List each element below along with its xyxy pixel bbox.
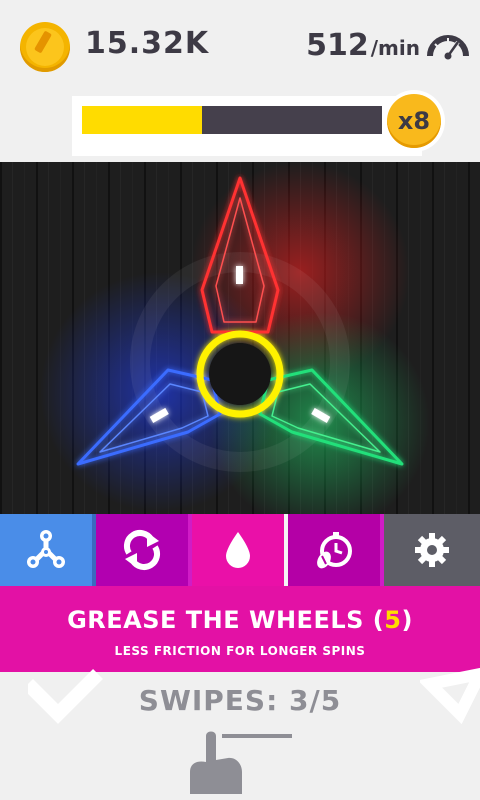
multiplier-badge: x8 [383,90,445,152]
spin-rate-value: 512 [306,28,369,63]
tab-spinners[interactable] [0,514,96,586]
tab-settings[interactable] [384,514,480,586]
spin-rate-unit: /min [370,36,420,60]
oil-drop-icon [226,532,250,568]
upgrade-description: LESS FRICTION FOR LONGER SPINS [114,644,366,658]
fidget-spinner-icon [27,530,65,568]
progress-fill [82,106,202,134]
fidget-spinner[interactable] [0,162,480,514]
speedometer-icon [427,35,469,60]
swipe-hand-icon [190,731,292,794]
coin-balance: 15.32K [85,26,210,61]
gear-icon [415,533,449,567]
progress-track [82,106,382,134]
top-bar: 15.32K 512/min [0,0,480,95]
timer-boost-icon [317,532,352,569]
multiplier-value: x8 [397,107,431,135]
upgrade-level: 5 [384,606,402,634]
coin-icon [20,22,70,72]
tab-spin-upgrade[interactable] [96,514,192,586]
upgrade-panel[interactable]: GREASE THE WHEELS (5) LESS FRICTION FOR … [0,586,480,672]
refresh-icon [124,530,160,570]
tab-grease[interactable] [192,514,288,586]
upgrade-title: GREASE THE WHEELS (5) [67,606,413,634]
spin-rate: 512/min [306,28,420,63]
spinner-stage[interactable] [0,162,480,514]
spin-progress [72,96,422,156]
tab-timer[interactable] [288,514,384,586]
upgrade-tabs [0,514,480,586]
swipes-counter: SWIPES: 3/5 [138,684,342,717]
